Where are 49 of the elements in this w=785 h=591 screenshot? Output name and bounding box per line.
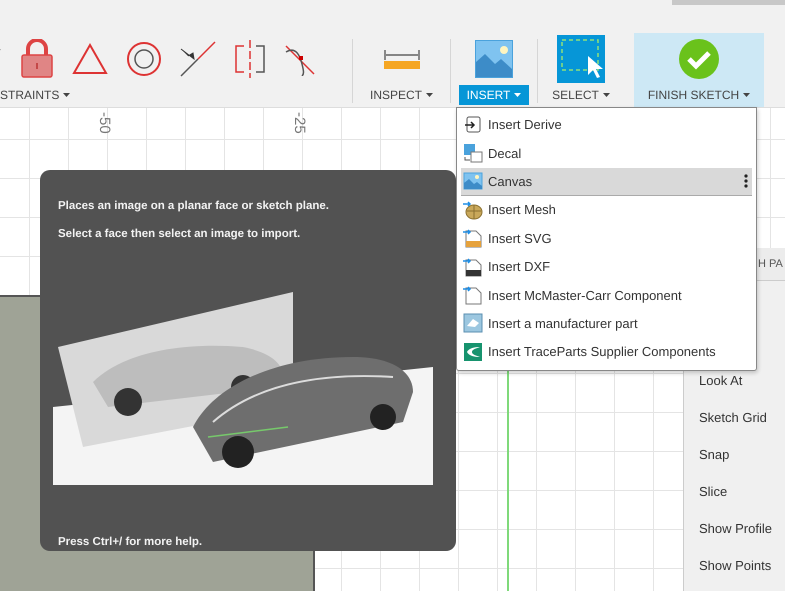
menu-item[interactable]: Insert Mesh [461,196,752,225]
palette-option[interactable]: Snap [699,447,785,464]
menu-item[interactable]: Insert Derive [461,111,752,140]
menu-item[interactable]: Insert TraceParts Supplier Components [461,338,752,367]
decal-icon [463,143,483,164]
part-icon [463,313,483,334]
menu-item[interactable]: Insert SVG [461,224,752,253]
image-icon [475,40,513,78]
palette-option[interactable]: Sketch Grid [699,410,785,427]
caret-icon [514,93,522,97]
finish-sketch-panel[interactable]: FINISH SKETCH [634,33,764,107]
svg-file-icon [463,228,483,248]
image-icon [463,171,483,192]
mesh-icon [463,200,483,220]
menu-item[interactable]: Insert McMaster-Carr Component [461,281,752,310]
toolbar-group-button[interactable]: FINISH SKETCH [640,85,758,105]
palette-option[interactable]: Show Points [699,558,785,575]
palette-option[interactable]: Show Profile [699,521,785,538]
triangle-icon [72,43,108,75]
symmetry-icon [234,40,266,78]
toolbar-group-button[interactable]: STRAINTS [0,85,78,105]
ruler-icon [384,48,420,70]
axis-label: -50 [96,112,113,134]
caret-icon [602,93,610,97]
menu-item[interactable]: Insert DXF [461,252,752,282]
caret-icon [63,93,70,97]
lock-icon [20,39,54,79]
derive-icon [463,114,483,135]
more-icon[interactable] [744,174,748,188]
toolbar-group-button[interactable]: SELECT [544,85,618,105]
file-icon [463,285,483,306]
palette-option[interactable]: Slice [699,484,785,501]
caret-icon [743,93,750,97]
menu-item[interactable]: Canvas [461,168,752,196]
check-icon [679,39,719,79]
window-select-icon [557,35,605,83]
dxf-file-icon [463,256,483,277]
traceparts-icon [463,342,483,362]
tooltip-text: Places an image on a planar face or sketch plane. [58,200,330,212]
palette-option[interactable]: Look At [699,373,785,390]
toolbar-group-button[interactable]: INSPECT [362,85,441,105]
tooltip-text: Select a face then select an image to import. [58,228,302,240]
axis-label: -25 [291,112,308,134]
menu-item[interactable]: Insert a manufacturer part [461,310,752,338]
help-hint: Press Ctrl+/ for more help. [58,536,204,548]
menu-item[interactable]: Decal [461,139,752,168]
midpoint-arrow-icon [180,41,216,77]
concentric-circles-icon [126,41,162,77]
caret-icon [426,93,433,97]
